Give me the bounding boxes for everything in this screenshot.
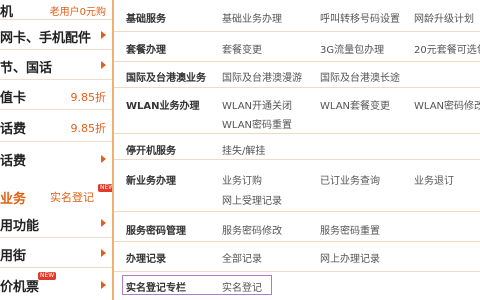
service-table: 基础服务 基础业务办理 呼叫转移号码设置 网龄升级计划 套餐办理 套餐变更 3G…: [112, 0, 480, 300]
sidebar-item-recharge-card[interactable]: 值卡 9.85折: [0, 80, 112, 110]
sidebar-item-flights[interactable]: 价机票 NEW: [0, 268, 112, 300]
category-label: WLAN业务办理: [126, 101, 200, 112]
sidebar-item-promo[interactable]: 老用户0元购: [50, 3, 106, 18]
chevron-right-icon: [101, 219, 106, 227]
sidebar-item-label: 话费: [0, 122, 27, 137]
table-row: 新业务办理 业务订购 已订业务查询 业务退订 网上受理记录: [114, 160, 480, 212]
realname-highlight-box: [122, 275, 272, 295]
sidebar-item-topup[interactable]: 话费 9.85折: [0, 110, 112, 142]
service-link[interactable]: 挂失/解挂: [222, 142, 265, 157]
service-link[interactable]: 网龄升级计划: [414, 10, 474, 25]
category-label: 停开机服务: [126, 146, 176, 157]
service-link[interactable]: 呼叫转移号码设置: [320, 10, 400, 25]
service-link[interactable]: 业务退订: [414, 172, 454, 187]
service-link[interactable]: WLAN密码重置: [222, 116, 292, 131]
service-link[interactable]: WLAN开通关闭: [222, 97, 292, 112]
category-label: 新业务办理: [126, 176, 176, 187]
category-label: 套餐办理: [126, 45, 166, 56]
sidebar: 机 老用户0元购 网卡、手机配件 节、国话 值卡 9.85折 话费 9.85折 …: [0, 0, 117, 300]
service-link[interactable]: WLAN套餐变更: [320, 97, 390, 112]
service-link[interactable]: 服务密码修改: [222, 222, 282, 237]
table-row: 服务密码管理 服务密码修改 服务密码重置: [114, 212, 480, 242]
sidebar-item-label: 网卡、手机配件: [0, 31, 92, 46]
sidebar-item-street[interactable]: 用街: [0, 238, 112, 268]
sidebar-item-phones[interactable]: 机 老用户0元购: [0, 0, 112, 20]
sidebar-item-bill[interactable]: 话费: [0, 142, 112, 178]
service-link[interactable]: 国际及台港澳长途: [320, 69, 400, 84]
service-link[interactable]: 业务订购: [222, 172, 262, 187]
business-section-header: 业务 实名登记 NEW: [0, 184, 117, 208]
service-link[interactable]: 基础业务办理: [222, 10, 282, 25]
service-link[interactable]: 全部记录: [222, 250, 262, 265]
table-row: 国际及台港澳业务 国际及台港澳漫游 国际及台港澳长途: [114, 62, 480, 88]
table-row: 办理记录 全部记录 网上办理记录: [114, 242, 480, 272]
category-label: 办理记录: [126, 254, 166, 265]
category-label: 基础服务: [126, 14, 166, 25]
discount-badge: 9.85折: [70, 122, 107, 135]
new-badge: NEW: [38, 272, 57, 280]
sidebar-item-label: 用街: [0, 249, 27, 264]
discount-badge: 9.85折: [70, 91, 107, 104]
chevron-right-icon: [101, 31, 106, 39]
sidebar-item-label: 值卡: [0, 91, 27, 106]
category-label: 国际及台港澳业务: [126, 73, 206, 84]
service-link[interactable]: 套餐变更: [222, 41, 262, 56]
service-link[interactable]: 网上办理记录: [320, 250, 380, 265]
chevron-right-icon: [101, 249, 106, 257]
sidebar-item-functions[interactable]: 用功能: [0, 208, 112, 238]
service-link[interactable]: WLAN密码修改: [414, 97, 480, 112]
business-section-title: 业务: [0, 192, 27, 207]
table-row: WLAN业务办理 WLAN开通关闭 WLAN套餐变更 WLAN密码修改 WLAN…: [114, 88, 480, 134]
chevron-right-icon: [101, 61, 106, 69]
chevron-right-icon: [101, 281, 106, 289]
sidebar-item-accessories[interactable]: 网卡、手机配件: [0, 20, 112, 50]
sidebar-item-label: 话费: [0, 154, 27, 169]
service-link[interactable]: 已订业务查询: [320, 172, 380, 187]
service-link[interactable]: 国际及台港澳漫游: [222, 69, 302, 84]
service-link[interactable]: 网上受理记录: [222, 192, 282, 207]
sidebar-item-festival[interactable]: 节、国话: [0, 50, 112, 80]
sidebar-item-label: 价机票: [0, 280, 40, 295]
category-label: 服务密码管理: [126, 226, 186, 237]
realname-link[interactable]: 实名登记: [50, 189, 94, 205]
service-link[interactable]: 20元套餐可选包: [414, 41, 480, 56]
sidebar-item-label: 机: [0, 5, 14, 20]
table-row: 套餐办理 套餐变更 3G流量包办理 20元套餐可选包: [114, 32, 480, 62]
service-link[interactable]: 服务密码重置: [320, 222, 380, 237]
table-row: 基础服务 基础业务办理 呼叫转移号码设置 网龄升级计划: [114, 0, 480, 32]
service-link[interactable]: 3G流量包办理: [320, 41, 384, 56]
sidebar-item-label: 用功能: [0, 219, 40, 234]
chevron-right-icon: [101, 155, 106, 163]
sidebar-item-label: 节、国话: [0, 61, 53, 76]
table-row: 停开机服务 挂失/解挂: [114, 134, 480, 160]
